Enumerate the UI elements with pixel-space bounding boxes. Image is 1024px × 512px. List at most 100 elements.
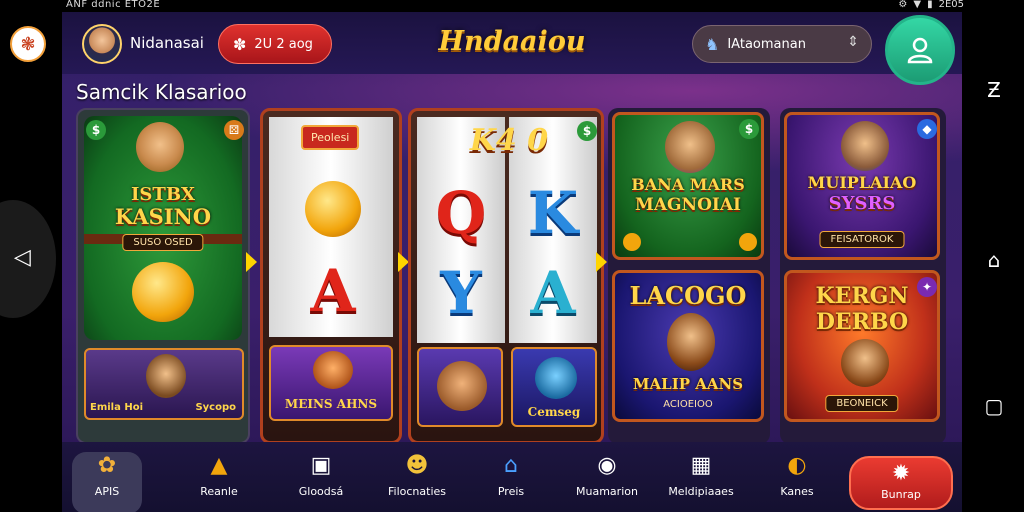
chat-icon: ◐ (787, 453, 807, 478)
app-logo-title: Hndaaiou (438, 26, 586, 57)
app-window: Nidanasai ✽ 2U 2 aog Hndaaiou ♞ IAtaoman… (62, 12, 962, 512)
rotate-icon[interactable]: Ƶ (982, 78, 1006, 102)
reel-tag: Peolesi (301, 125, 360, 150)
person-icon (907, 37, 933, 64)
muiplaiao-subtitle: FEISATOROK (819, 231, 905, 248)
nav-item-bunrap[interactable]: ✹ Bunrap (849, 456, 953, 510)
badge-icon: $ (739, 119, 759, 139)
top-bar: Nidanasai ✽ 2U 2 aog Hndaaiou ♞ IAtaoman… (62, 12, 962, 85)
coin-icon (623, 233, 641, 251)
kergn-title-line1: KERGN (815, 283, 909, 309)
casino-bottom-right: Sycopo (195, 402, 236, 413)
character-icon (667, 313, 715, 371)
game-card-lacogo[interactable]: LACOGO MALIP AANS ACIOEIOO (612, 270, 764, 422)
gear-icon: ⚙ (898, 0, 908, 10)
app-logo-icon[interactable]: ❃ (10, 26, 46, 62)
status-bar: ANF ddnic ETO2E ⚙ ▼ ▮ 2E05 (0, 0, 1024, 12)
nav-item-apis[interactable]: ✿ APIS (62, 452, 152, 510)
camera-icon: ◉ (597, 453, 617, 478)
muiplaiao-title-line1: MUIPLAIAO (807, 173, 917, 192)
username: Nidanasai (130, 34, 204, 52)
smile-icon: ☻ (405, 453, 429, 478)
mode-selector[interactable]: ♞ IAtaomanan ⇕ (692, 25, 872, 63)
character-icon (841, 121, 889, 171)
coin-icon (739, 233, 757, 251)
bell-icon: ▲ (210, 453, 228, 478)
bottom-nav: ✿ APIS ▲ Reanle ▣ Gloodsá ☻ Filocnaties … (62, 442, 962, 512)
settings-icon: ✹ (891, 461, 911, 486)
nav-item-meldipiaaes[interactable]: ▦ Meldipiaaes (656, 452, 746, 510)
nav-item-reanle[interactable]: ▲ Reanle (174, 452, 264, 510)
arrow-right-icon (596, 252, 607, 272)
nav-item-preis[interactable]: ⌂ Preis (466, 452, 556, 510)
badge-icon: $ (577, 121, 597, 141)
profile-button[interactable] (885, 15, 955, 85)
character-icon (841, 339, 889, 387)
casino-title-line2: KASINO (114, 204, 212, 229)
chip-icon: ✽ (233, 34, 247, 54)
casino-panel[interactable]: $ ⚄ ISTBX KASINO SUSO OSED Emila Hoi Syc… (76, 108, 250, 444)
nav-label: Kanes (780, 485, 814, 498)
balance-button[interactable]: ✽ 2U 2 aog (218, 24, 332, 64)
reel-promo-right: Cemseg (511, 347, 597, 427)
character-icon (437, 361, 487, 411)
nav-label: Reanle (200, 485, 238, 498)
balance-value: 2U 2 aog (254, 36, 313, 52)
nav-label: Bunrap (881, 488, 921, 501)
home-icon[interactable]: ⌂ (982, 248, 1006, 272)
dice-icon: ⚄ (224, 120, 244, 140)
slot-reel-panel-1[interactable]: Peolesi A MEINS AHNS (260, 108, 402, 444)
kergn-title-line2: DERBO (815, 309, 909, 335)
game-card-bana[interactable]: $ BANA MARS MAGNOIAI (612, 112, 764, 260)
nav-label: Muamarion (576, 485, 638, 498)
section-title: Samcik Klasarioo (76, 80, 247, 104)
game-card-kergn[interactable]: ✦ KERGN DERBO BEONEICK (784, 270, 940, 422)
nav-item-gloodsa[interactable]: ▣ Gloodsá (276, 452, 366, 510)
badge-icon: ◆ (917, 119, 937, 139)
casino-title-line1: ISTBX (131, 184, 195, 205)
slot-reel-panel-2[interactable]: K4 0 $ Q K Y A Cemseg (408, 108, 604, 444)
nav-label: Gloodsá (298, 485, 344, 498)
lacogo-subtitle-2: ACIOEIOO (663, 399, 713, 410)
clock-text: 2E05 (938, 0, 964, 10)
grid-icon: ▦ (690, 453, 712, 478)
casino-promo: Emila Hoi Sycopo (84, 348, 244, 420)
robot-icon: ♞ (705, 34, 720, 54)
recents-icon[interactable]: ▢ (982, 394, 1006, 418)
reel-symbol-a: A (310, 257, 356, 325)
avatar[interactable] (82, 24, 122, 64)
status-right: ⚙ ▼ ▮ 2E05 (898, 0, 964, 10)
game-column-2: ◆ MUIPLAIAO SYSRS FEISATOROK ✦ KERGN DER… (780, 108, 946, 444)
character-icon (535, 357, 577, 399)
nav-label: Filocnaties (388, 485, 446, 498)
selector-value: IAtaomanan (727, 36, 806, 52)
character-icon (665, 121, 715, 173)
game-card-muiplaiao[interactable]: ◆ MUIPLAIAO SYSRS FEISATOROK (784, 112, 940, 260)
mascot-icon (313, 351, 353, 389)
bana-title-line1: BANA MARS (631, 175, 745, 194)
game-column-1: $ BANA MARS MAGNOIAI LACOGO MALIP AANS A… (608, 108, 770, 444)
reel-symbol-q: Q (435, 179, 487, 247)
dealer-figure (136, 122, 184, 172)
nav-item-kanes[interactable]: ◐ Kanes (752, 452, 842, 510)
back-arrow-icon[interactable]: ◁ (14, 245, 31, 270)
nav-item-muamarion[interactable]: ◉ Muamarion (562, 452, 652, 510)
reel-symbol-a2: A (530, 259, 576, 327)
reel-promo-label: MEINS AHNS (284, 397, 378, 411)
casino-subtitle: SUSO OSED (122, 234, 204, 251)
reel-symbol-k: K (527, 179, 579, 247)
battery-icon: ▮ (927, 0, 933, 10)
casino-bottom-left: Emila Hoi (90, 402, 144, 413)
reel-promo-left (417, 347, 503, 427)
jackpot-value: K4 0 (469, 123, 549, 158)
gift-icon: ⌂ (504, 453, 518, 478)
nav-label: Meldipiaaes (668, 485, 734, 498)
reel-promo: MEINS AHNS (269, 345, 393, 421)
lacogo-title: LACOGO (629, 281, 747, 310)
bana-title-line2: MAGNOIAI (635, 195, 741, 215)
nav-item-filocnaties[interactable]: ☻ Filocnaties (372, 452, 462, 510)
kergn-subtitle: BEONEICK (825, 395, 899, 412)
host-figure (146, 354, 186, 398)
right-system-bar: Ƶ ⌂ ▢ (962, 12, 1024, 512)
coin-symbol-icon (305, 181, 361, 237)
